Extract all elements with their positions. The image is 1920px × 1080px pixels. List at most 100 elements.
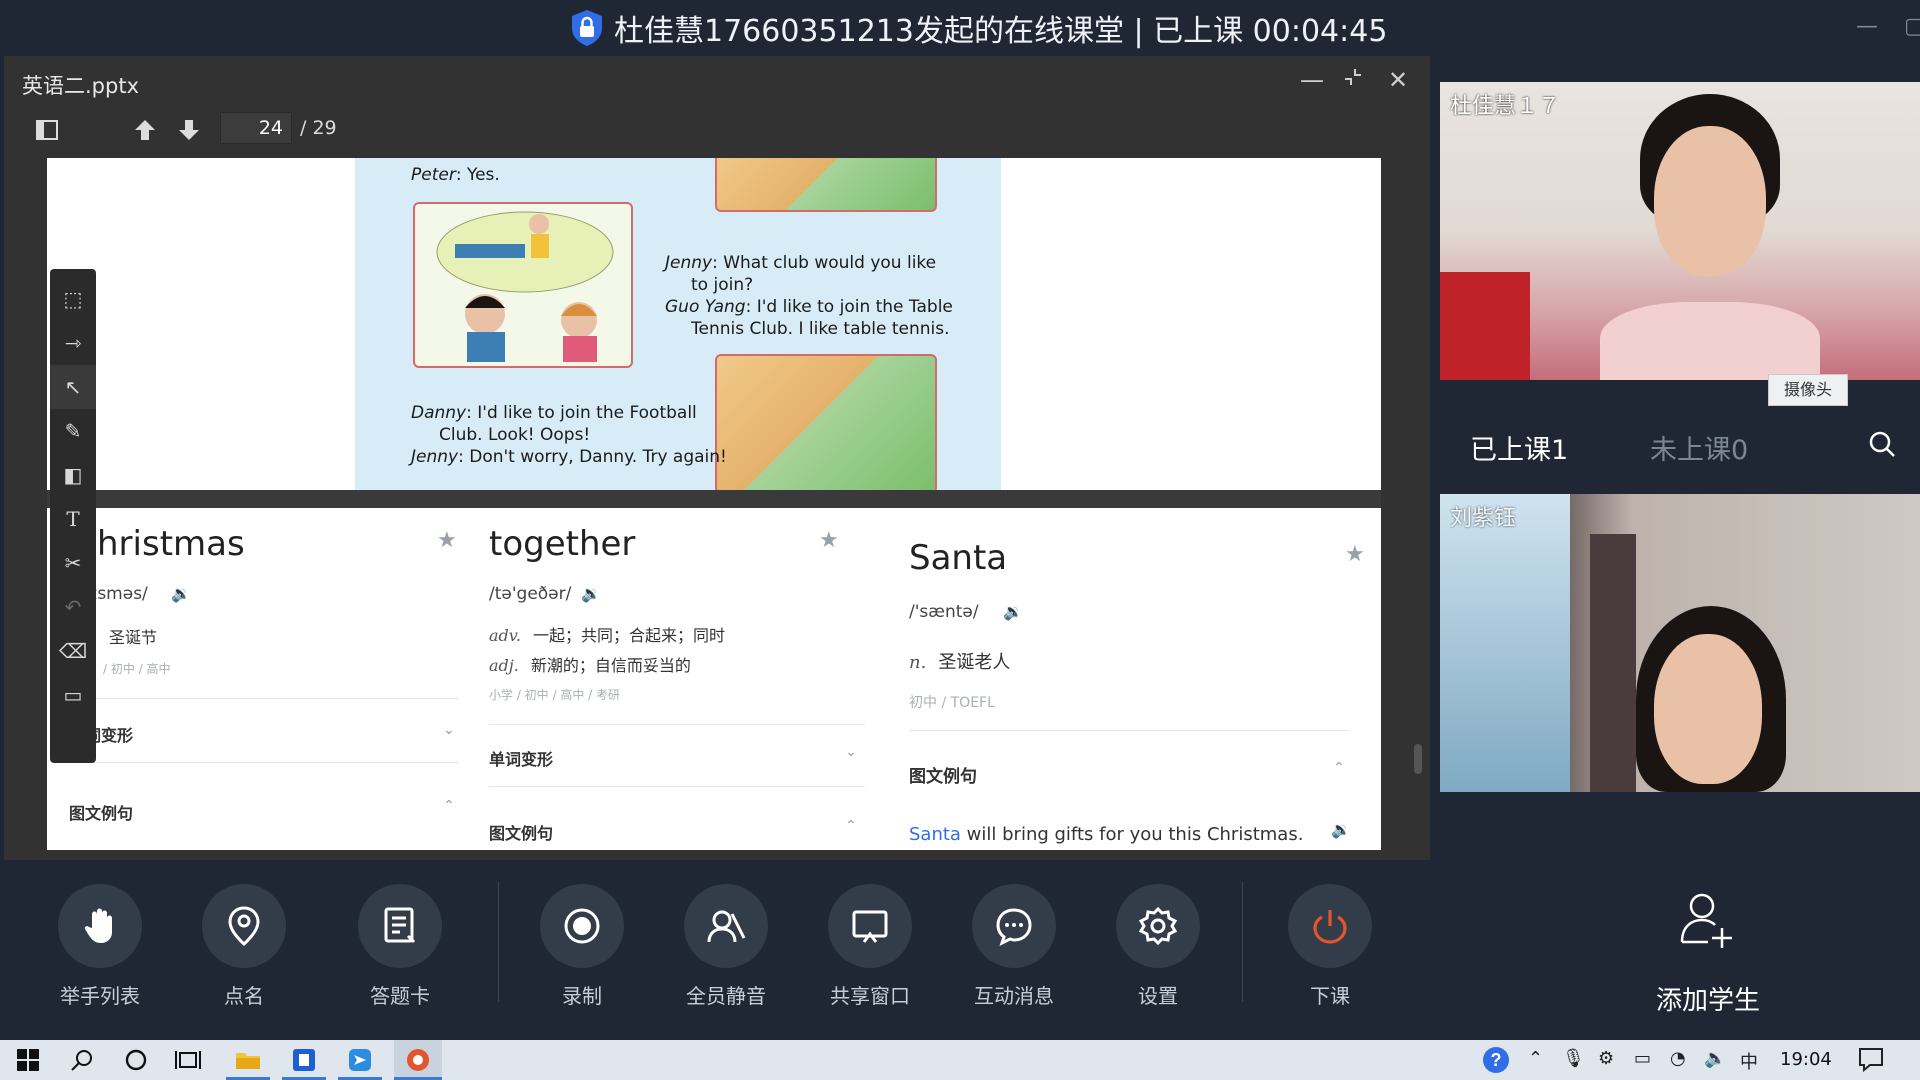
- cortana-button[interactable]: [118, 1040, 154, 1080]
- tab-not-in-class[interactable]: 未上课0: [1650, 428, 1748, 467]
- laser-pointer-icon[interactable]: ⇾: [50, 321, 96, 365]
- pen-icon[interactable]: ✎: [50, 409, 96, 453]
- help-circle-icon: ?: [1483, 1047, 1509, 1073]
- doc-minimize-button[interactable]: —: [1300, 66, 1324, 94]
- record-icon: [564, 908, 600, 944]
- section-word-forms[interactable]: 单词变形: [489, 746, 553, 770]
- taskbar-search-button[interactable]: [64, 1040, 100, 1080]
- mute-all-button[interactable]: 全员静音: [656, 884, 796, 1009]
- camera-label[interactable]: 摄像头: [1768, 374, 1848, 406]
- record-button[interactable]: 录制: [512, 884, 652, 1009]
- prev-page-button[interactable]: [134, 118, 156, 148]
- blue-app[interactable]: [284, 1040, 324, 1080]
- chevron-up-icon[interactable]: ⌃: [845, 818, 857, 834]
- battery-icon[interactable]: ▭: [1634, 1048, 1651, 1069]
- favorite-star-icon[interactable]: ★: [1345, 542, 1365, 567]
- comic-line-6: Danny: I'd like to join the Football: [411, 403, 697, 423]
- example-speaker-icon[interactable]: 🔉: [1331, 820, 1351, 839]
- search-icon[interactable]: [1868, 430, 1896, 458]
- cursor-icon[interactable]: ↖: [50, 365, 96, 409]
- select-area-icon[interactable]: ⬚: [50, 277, 96, 321]
- card-definition: n. 圣诞老人: [909, 652, 1011, 673]
- card-separator: [909, 730, 1349, 731]
- favorite-star-icon[interactable]: ★: [819, 528, 839, 553]
- chevron-up-icon[interactable]: ⌃: [443, 798, 455, 814]
- doc-restore-button[interactable]: [1342, 66, 1364, 94]
- sidebar-toggle-button[interactable]: [36, 118, 58, 146]
- next-page-button[interactable]: [178, 118, 200, 148]
- microphone-icon[interactable]: 🎙: [1562, 1048, 1585, 1069]
- control-label: 举手列表: [60, 984, 140, 1008]
- share-window-button[interactable]: 共享窗口: [800, 884, 940, 1009]
- svg-text:?: ?: [1491, 1050, 1502, 1070]
- wifi-icon[interactable]: ◔: [1670, 1048, 1686, 1069]
- control-label: 点名: [224, 984, 264, 1008]
- tab-in-class[interactable]: 已上课1: [1470, 428, 1568, 467]
- speaker-icon[interactable]: 🔉: [581, 584, 601, 603]
- session-title: 杜佳慧17660351213发起的在线课堂 | 已上课 00:04:45: [570, 8, 1387, 49]
- taskbar-clock[interactable]: 19:04: [1780, 1049, 1832, 1070]
- document-scrollbar[interactable]: [1414, 744, 1422, 774]
- video-tile-teacher[interactable]: 杜佳慧１７: [1440, 82, 1920, 380]
- volume-icon[interactable]: 🔈: [1704, 1048, 1726, 1069]
- chevron-up-icon[interactable]: ⌃: [1333, 760, 1345, 776]
- control-separator: [1242, 882, 1243, 1002]
- add-user-icon[interactable]: [1678, 890, 1734, 954]
- task-view-button[interactable]: [170, 1040, 206, 1080]
- classroom-app[interactable]: [394, 1040, 442, 1080]
- card-definition: 圣诞节: [109, 628, 158, 647]
- session-title-bar: 杜佳慧17660351213发起的在线课堂 | 已上课 00:04:45 — ▢: [0, 0, 1920, 56]
- ime-indicator[interactable]: 中: [1740, 1048, 1758, 1074]
- section-examples[interactable]: 图文例句: [909, 762, 977, 787]
- app-square-icon: [293, 1049, 315, 1071]
- arrow-down-icon: [179, 120, 199, 140]
- settings-button[interactable]: 设置: [1088, 884, 1228, 1009]
- comic-line-4: Guo Yang: I'd like to join the Table: [665, 297, 953, 317]
- eraser-icon[interactable]: ⌫: [50, 629, 96, 673]
- maximize-app-button[interactable]: ▢: [1904, 14, 1920, 39]
- share-window-icon: [852, 910, 888, 943]
- tray-app-icon[interactable]: ⚙: [1598, 1048, 1614, 1069]
- shapes-icon[interactable]: ◧: [50, 453, 96, 497]
- share-window-icon-wrap: [828, 884, 912, 968]
- power-icon: [1313, 910, 1347, 944]
- minimize-app-button[interactable]: —: [1856, 14, 1878, 39]
- doc-close-button[interactable]: ✕: [1388, 66, 1408, 94]
- add-student-label[interactable]: 添加学生: [1652, 980, 1764, 1017]
- section-examples[interactable]: 图文例句: [489, 820, 553, 844]
- card-definition: adv. 一起；共同；合起来；同时: [489, 626, 726, 645]
- speaker-icon[interactable]: 🔉: [171, 584, 191, 603]
- chat-icon: [996, 908, 1032, 946]
- chevron-down-icon[interactable]: ⌄: [845, 744, 857, 760]
- end-class-button[interactable]: 下课: [1260, 884, 1400, 1009]
- interactive-messages-button[interactable]: 互动消息: [944, 884, 1084, 1009]
- notification-center-button[interactable]: [1858, 1046, 1884, 1077]
- help-icon[interactable]: ?: [1482, 1046, 1510, 1079]
- page-number-input[interactable]: 24: [220, 112, 292, 144]
- windows-start-button[interactable]: [10, 1040, 46, 1080]
- undo-icon[interactable]: ↶: [50, 585, 96, 629]
- raise-hand-icon-wrap: [58, 884, 142, 968]
- speaker-icon[interactable]: 🔉: [1003, 602, 1023, 621]
- raise-hand-list-button[interactable]: 举手列表: [30, 884, 170, 1009]
- control-label: 录制: [562, 984, 602, 1008]
- location-pin-icon: [228, 906, 260, 946]
- tray-expand-icon[interactable]: ⌃: [1528, 1048, 1543, 1069]
- table-tennis-illustration: [436, 211, 614, 362]
- section-examples[interactable]: 图文例句: [69, 800, 133, 824]
- favorite-star-icon[interactable]: ★: [437, 528, 457, 553]
- word-card-together: together ★ /tə'geðər/ 🔉 adv. 一起；共同；合起来；同时…: [467, 508, 867, 850]
- annotation-toolbar: ⬚ ⇾ ↖ ✎ ◧ T ✂ ↶ ⌫ ▭: [50, 269, 96, 763]
- text-tool-icon[interactable]: T: [50, 497, 96, 541]
- card-levels: / 初中 / 高中: [103, 662, 171, 676]
- scissors-icon[interactable]: ✂: [50, 541, 96, 585]
- video-name-label: 刘紫钰: [1450, 506, 1517, 531]
- video-tile-student[interactable]: 刘紫钰: [1440, 494, 1920, 792]
- feishu-app[interactable]: [340, 1040, 380, 1080]
- roll-call-button[interactable]: 点名: [174, 884, 314, 1009]
- windows-taskbar: ? ⌃ 🎙 ⚙ ▭ ◔ 🔈 中 19:04: [0, 1040, 1920, 1080]
- answer-card-button[interactable]: 答题卡: [330, 884, 470, 1009]
- file-explorer-app[interactable]: [228, 1040, 268, 1080]
- chevron-down-icon[interactable]: ⌄: [443, 722, 455, 738]
- toolbox-icon[interactable]: ▭: [50, 673, 96, 717]
